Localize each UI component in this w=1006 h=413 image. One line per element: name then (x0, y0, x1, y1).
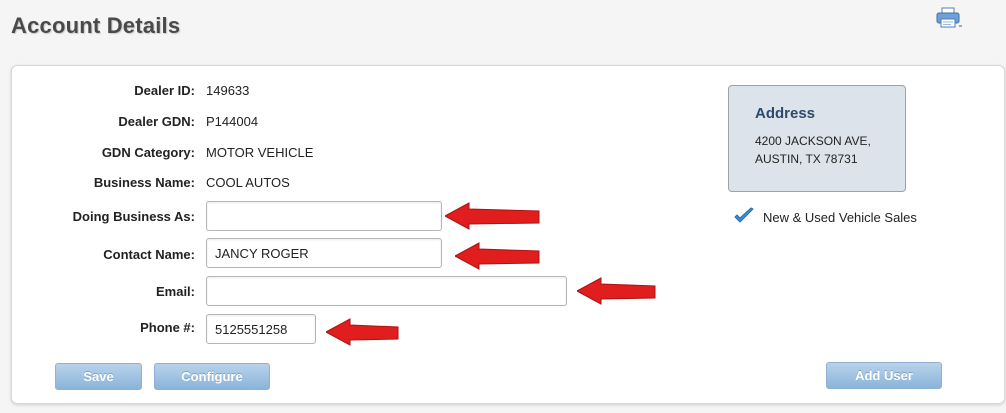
address-box: Address 4200 JACKSON AVE, AUSTIN, TX 787… (728, 85, 906, 192)
service-label: New & Used Vehicle Sales (763, 210, 917, 225)
save-button[interactable]: Save (55, 363, 142, 390)
business-name-value: COOL AUTOS (206, 175, 290, 190)
doing-business-as-input[interactable] (206, 201, 442, 231)
doing-business-as-label: Doing Business As: (72, 209, 195, 224)
page-title: Account Details (11, 13, 181, 38)
phone-input[interactable] (206, 314, 316, 344)
dealer-gdn-value: P144004 (206, 114, 259, 129)
contact-name-input[interactable] (206, 238, 442, 268)
phone-label: Phone #: (140, 320, 195, 335)
arrow-left-icon (445, 202, 540, 230)
checkmark-icon (734, 207, 754, 225)
dealer-id-label: Dealer ID: (134, 83, 195, 98)
dealer-id-value: 149633 (206, 83, 250, 98)
gdn-category-value: MOTOR VEHICLE (206, 145, 314, 160)
business-name-label: Business Name: (93, 175, 195, 190)
add-user-button[interactable]: Add User (826, 362, 942, 389)
contact-name-label: Contact Name: (103, 247, 195, 262)
gdn-category-label: GDN Category: (101, 145, 195, 160)
email-input[interactable] (206, 276, 567, 306)
arrow-left-icon (455, 242, 540, 270)
arrow-left-icon (577, 277, 656, 305)
address-title: Address (755, 105, 816, 122)
email-label: Email: (155, 284, 195, 299)
printer-icon[interactable] (936, 7, 962, 29)
address-line-1: 4200 JACKSON AVE, (755, 134, 871, 148)
configure-button[interactable]: Configure (154, 363, 270, 390)
address-line-2: AUSTIN, TX 78731 (755, 152, 858, 166)
dealer-gdn-label: Dealer GDN: (118, 114, 195, 129)
arrow-left-icon (326, 318, 399, 346)
